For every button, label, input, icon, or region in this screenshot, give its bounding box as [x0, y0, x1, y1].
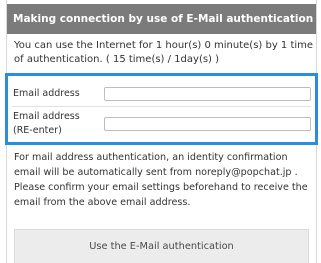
usage-info-text: You can use the Internet for 1 hour(s) 0… — [14, 40, 314, 65]
email-confirm-label-line2: (RE-enter) — [13, 125, 62, 136]
email-confirm-input[interactable] — [103, 117, 311, 131]
email-auth-button[interactable]: Use the E-Mail authentication — [14, 229, 309, 263]
email-auth-panel: Making connection by use of E-Mail authe… — [5, 0, 318, 263]
email-form-highlight: Email address Email address (RE-enter) — [5, 73, 318, 145]
email-confirm-label-line1: Email address — [13, 111, 80, 122]
email-confirm-row: Email address (RE-enter) — [13, 107, 311, 141]
email-input[interactable] — [103, 87, 311, 101]
panel-title: Making connection by use of E-Mail authe… — [7, 4, 316, 34]
email-label: Email address — [13, 88, 80, 99]
email-confirm-label: Email address (RE-enter) — [13, 110, 104, 138]
confirmation-note-text: For mail address authentication, an iden… — [14, 152, 308, 208]
email-row: Email address — [13, 84, 311, 104]
